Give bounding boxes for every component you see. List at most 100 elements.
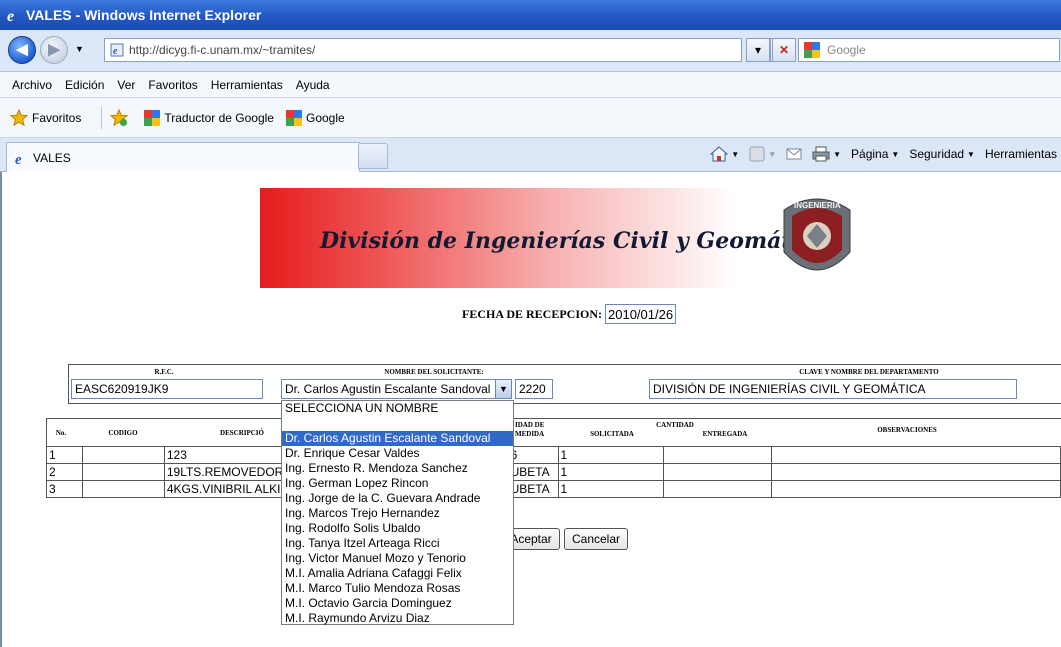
dropdown-option[interactable]: Ing. Tanya Itzel Arteaga Ricci	[282, 536, 513, 551]
dropdown-option[interactable]: Ing. German Lopez Rincon	[282, 476, 513, 491]
ie-logo-icon: e	[7, 8, 14, 23]
dropdown-option[interactable]: M.I. Raymundo Arvizu Diaz	[282, 611, 513, 626]
menu-edicion[interactable]: Edición	[65, 78, 104, 92]
dropdown-option[interactable]: Ing. Marcos Trejo Hernandez	[282, 506, 513, 521]
unidad-field[interactable]: UBETA	[507, 463, 559, 481]
window-title-bar: e VALES - Windows Internet Explorer	[0, 0, 1061, 30]
solicitada-field[interactable]: 1	[557, 463, 665, 481]
dropdown-option[interactable]: Ing. Ernesto R. Mendoza Sanchez	[282, 461, 513, 476]
dropdown-option[interactable]: Ing. Jorge de la C. Guevara Andrade	[282, 491, 513, 506]
new-tab-button[interactable]	[358, 143, 388, 169]
address-dropdown-button[interactable]: ▾	[746, 38, 770, 62]
forward-button[interactable]: ▶	[40, 36, 68, 64]
dropdown-option[interactable]	[282, 416, 513, 431]
dropdown-option[interactable]: M.I. Amalia Adriana Cafaggi Felix	[282, 566, 513, 581]
entregada-field[interactable]	[663, 446, 773, 464]
dropdown-option[interactable]: Ing. Rodolfo Solis Ubaldo	[282, 521, 513, 536]
menu-bar: Archivo Edición Ver Favoritos Herramient…	[0, 72, 1061, 98]
solicitada-field[interactable]: 1	[557, 480, 665, 498]
add-favorite-button[interactable]	[110, 108, 132, 127]
unidad-field[interactable]: UBETA	[507, 480, 559, 498]
solicitante-dropdown-list[interactable]: SELECCIONA UN NOMBRE Dr. Carlos Agustin E…	[281, 400, 514, 625]
svg-text:INGENIERIA: INGENIERIA	[794, 201, 841, 210]
dropdown-option[interactable]: SELECCIONA UN NOMBRE	[282, 401, 513, 416]
mail-button[interactable]	[786, 147, 802, 161]
entregada-field[interactable]	[663, 480, 773, 498]
solicitante-header: NOMBRE DEL SOLICITANTE:	[384, 368, 484, 376]
safety-menu[interactable]: Seguridad ▼	[909, 147, 975, 161]
dropdown-option[interactable]: M.I. Octavio Garcia Dominguez	[282, 596, 513, 611]
dropdown-option[interactable]: Dr. Enrique Cesar Valdes	[282, 446, 513, 461]
col-codigo-header: CODIGO	[108, 429, 138, 437]
col-descripcion-header: DESCRIPCIÓ	[220, 429, 264, 437]
dropdown-option[interactable]: Dr. Carlos Agustin Escalante Sandoval	[282, 431, 513, 446]
codigo-field[interactable]	[81, 480, 165, 498]
address-input[interactable]: e http://dicyg.fi-c.unam.mx/~tramites/	[104, 38, 742, 62]
observaciones-field[interactable]	[771, 446, 1061, 464]
menu-ayuda[interactable]: Ayuda	[296, 78, 330, 92]
tools-menu[interactable]: Herramientas	[985, 147, 1057, 161]
codigo-field[interactable]	[81, 463, 165, 481]
favorites-button[interactable]: Favoritos	[10, 108, 81, 127]
menu-archivo[interactable]: Archivo	[12, 78, 52, 92]
google-logo-icon	[285, 109, 302, 126]
rfc-field[interactable]: EASC620919JK9	[71, 379, 263, 399]
svg-text:e: e	[7, 8, 14, 23]
feeds-button[interactable]: ▼	[749, 146, 776, 162]
departamento-header: CLAVE Y NOMBRE DEL DEPARTAMENTO	[799, 368, 939, 376]
page-menu[interactable]: Página ▼	[851, 147, 899, 161]
tab-bar: e VALES ▼ ▼ ▼ Página ▼ Seguridad ▼ Herra…	[0, 138, 1061, 172]
col-entregada-header: ENTREGADA	[702, 430, 748, 438]
page-icon: e	[110, 43, 124, 57]
history-dropdown-icon[interactable]: ▼	[75, 44, 84, 54]
entregada-field[interactable]	[663, 463, 773, 481]
unidad-field[interactable]: 6	[507, 446, 559, 464]
col-solicitada-header: SOLICITADA	[590, 430, 634, 438]
favorite-link-translator[interactable]: Traductor de Google	[144, 109, 274, 126]
printer-icon	[812, 146, 830, 162]
favorite-link-label: Google	[305, 110, 345, 125]
banner-title: División de Ingenierías Civil y Geomátic…	[320, 228, 828, 254]
menu-ver[interactable]: Ver	[117, 78, 135, 92]
unam-seal-logo: INGENIERIA	[783, 198, 851, 271]
favorites-bar: Favoritos Traductor de Google Google	[0, 98, 1061, 138]
mail-icon	[786, 148, 802, 160]
solicitante-value: Dr. Carlos Agustin Escalante Sandoval	[285, 382, 491, 396]
departamento-field[interactable]: DIVISIÓN DE INGENIERÍAS CIVIL Y GEOMÁTIC…	[649, 379, 1017, 399]
svg-text:e: e	[113, 46, 118, 57]
header-banner: División de Ingenierías Civil y Geomátic…	[260, 188, 870, 288]
search-input[interactable]: Google	[798, 38, 1060, 62]
separator	[101, 106, 103, 129]
tab-vales[interactable]: e VALES	[6, 142, 360, 172]
dropdown-option[interactable]: M.I. Marco Tulio Mendoza Rosas	[282, 581, 513, 596]
menu-herramientas[interactable]: Herramientas	[211, 78, 283, 92]
col-unidad-header: IDAD DE	[515, 421, 545, 429]
dropdown-option[interactable]: Ing. Victor Manuel Mozo y Tenorio	[282, 551, 513, 566]
observaciones-field[interactable]	[771, 463, 1061, 481]
fecha-field[interactable]: 2010/01/26	[605, 304, 677, 324]
fecha-recepcion: FECHA DE RECEPCION: 2010/01/26	[462, 304, 677, 324]
back-button[interactable]: ◀	[8, 36, 36, 64]
col-observaciones-header: OBSERVACIONES	[877, 426, 937, 434]
items-table: 1 123 6 1 2 19LTS.REMOVEDOR UBETA 1 3 4K…	[46, 446, 1061, 498]
page-menu-label: Página	[851, 147, 889, 161]
favorite-link-google[interactable]: Google	[285, 109, 345, 126]
command-bar: ▼ ▼ ▼ Página ▼ Seguridad ▼ Herramientas	[700, 145, 1057, 163]
fecha-label: FECHA DE RECEPCION:	[462, 306, 603, 321]
google-logo-icon	[144, 109, 161, 126]
window-title: VALES - Windows Internet Explorer	[26, 7, 262, 23]
clave-field[interactable]: 2220	[515, 379, 553, 399]
solicitante-select[interactable]: Dr. Carlos Agustin Escalante Sandoval ▼	[281, 379, 512, 399]
menu-favoritos[interactable]: Favoritos	[148, 78, 197, 92]
codigo-field[interactable]	[81, 446, 165, 464]
ie-page-icon: e	[15, 152, 22, 166]
home-button[interactable]: ▼	[710, 145, 739, 163]
address-url: http://dicyg.fi-c.unam.mx/~tramites/	[129, 43, 316, 57]
stop-button[interactable]: ✕	[772, 38, 796, 62]
cancel-button[interactable]: Cancelar	[564, 528, 628, 550]
print-button[interactable]: ▼	[812, 146, 841, 162]
row-no: 3	[46, 480, 83, 498]
chevron-down-icon[interactable]: ▼	[495, 380, 511, 398]
observaciones-field[interactable]	[771, 480, 1061, 498]
solicitada-field[interactable]: 1	[557, 446, 665, 464]
